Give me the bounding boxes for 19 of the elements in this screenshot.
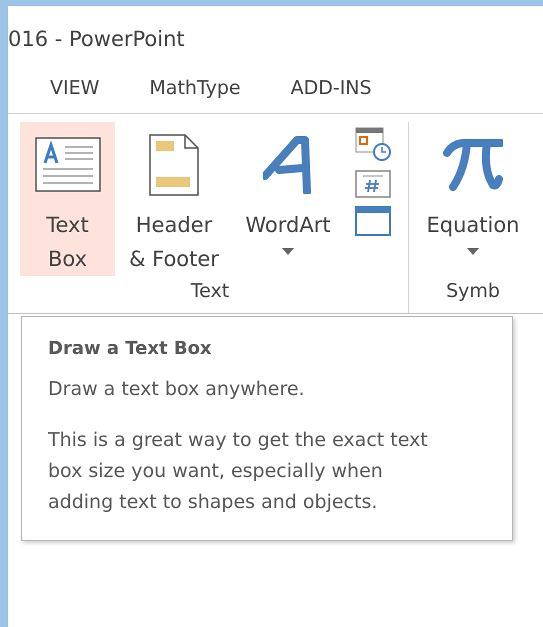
ribbon-tab[interactable]: MathType [149, 74, 241, 103]
window-title: 016 - PowerPoint [8, 26, 185, 53]
tooltip-text: This is a great way to get the exact text box size you want, especially when adding text to shapes and objects. [48, 428, 429, 515]
tooltip-text: Draw a text box anywhere. [48, 377, 306, 402]
caret-icon [282, 248, 294, 255]
document-icon [149, 134, 199, 196]
slide-number-icon [355, 170, 391, 198]
text-box-icon [34, 137, 100, 193]
group-label: Text [190, 278, 230, 304]
caret-icon [467, 248, 479, 255]
pi-icon [443, 139, 503, 191]
ribbon-button[interactable]: Text Box [20, 122, 115, 276]
ribbon-tab[interactable]: VIEW [50, 74, 100, 103]
tooltip-title: Draw a Text Box [48, 337, 213, 361]
ribbon-tab[interactable]: ADD-INS [290, 74, 372, 103]
calendar-clock-icon [355, 126, 391, 162]
letter-a-icon [263, 136, 313, 194]
window-icon [355, 206, 391, 236]
group-label: Symb [445, 278, 501, 304]
